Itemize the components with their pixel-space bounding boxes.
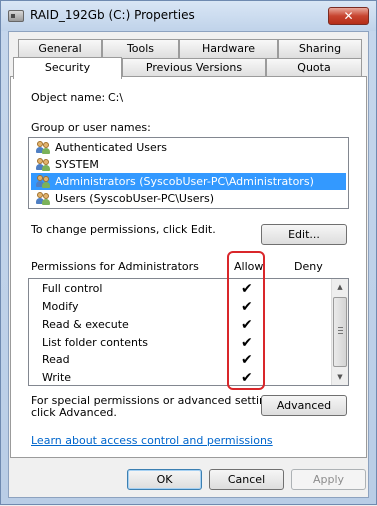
user-name: SYSTEM (55, 158, 99, 171)
ok-button[interactable]: OK (127, 469, 202, 490)
permission-name: Read & execute (42, 318, 129, 331)
security-content: Object name: C:\ Group or user names: Au… (1, 1, 377, 506)
scroll-thumb[interactable] (333, 297, 347, 367)
permission-row: Read ✔ (29, 351, 329, 369)
user-name: Administrators (SyscobUser-PC\Administra… (55, 175, 314, 188)
permission-name: Read (42, 353, 70, 366)
permission-row: Modify ✔ (29, 298, 329, 316)
permissions-list: Full control ✔ Modify ✔ Read & execute ✔… (28, 278, 349, 386)
list-item-administrators[interactable]: Administrators (SyscobUser-PC\Administra… (31, 173, 346, 190)
permissions-header: Permissions for Administrators (31, 260, 199, 273)
change-permissions-text: To change permissions, click Edit. (31, 223, 216, 236)
permission-row: Write ✔ (29, 369, 329, 387)
permission-row: Full control ✔ (29, 280, 329, 298)
object-name-label: Object name: (31, 91, 106, 104)
list-item-authenticated-users[interactable]: Authenticated Users (31, 139, 346, 156)
list-item-system[interactable]: SYSTEM (31, 156, 346, 173)
users-icon (36, 192, 50, 205)
scroll-up-arrow-icon[interactable]: ▲ (332, 279, 348, 295)
permission-name: Full control (42, 282, 103, 295)
permission-name: Modify (42, 300, 79, 313)
deny-column-header: Deny (294, 260, 323, 273)
user-list[interactable]: Authenticated Users SYSTEM Administrator… (28, 137, 349, 209)
user-name: Users (SyscobUser-PC\Users) (55, 192, 215, 205)
users-icon (36, 175, 50, 188)
permission-row: List folder contents ✔ (29, 334, 329, 352)
scroll-down-arrow-icon[interactable]: ▼ (332, 369, 348, 385)
users-icon (36, 141, 50, 154)
list-item-users[interactable]: Users (SyscobUser-PC\Users) (31, 190, 346, 207)
permission-name: Write (42, 371, 72, 384)
edit-button[interactable]: Edit... (261, 224, 347, 245)
cancel-button[interactable]: Cancel (209, 469, 284, 490)
object-name-value: C:\ (108, 91, 124, 104)
advanced-button[interactable]: Advanced (261, 395, 347, 416)
permission-name: List folder contents (42, 336, 148, 349)
learn-access-control-link[interactable]: Learn about access control and permissio… (31, 434, 273, 447)
user-name: Authenticated Users (55, 141, 168, 154)
permissions-scrollbar[interactable]: ▲ ▼ (331, 279, 348, 385)
users-icon (36, 158, 50, 171)
advanced-info-line2: click Advanced. (31, 406, 117, 419)
apply-button[interactable]: Apply (291, 469, 366, 490)
group-users-label: Group or user names: (31, 121, 151, 134)
permission-row: Read & execute ✔ (29, 316, 329, 334)
allow-column-highlight (227, 251, 265, 390)
properties-window: RAID_192Gb (C:) Properties ✕ General Too… (0, 0, 377, 505)
